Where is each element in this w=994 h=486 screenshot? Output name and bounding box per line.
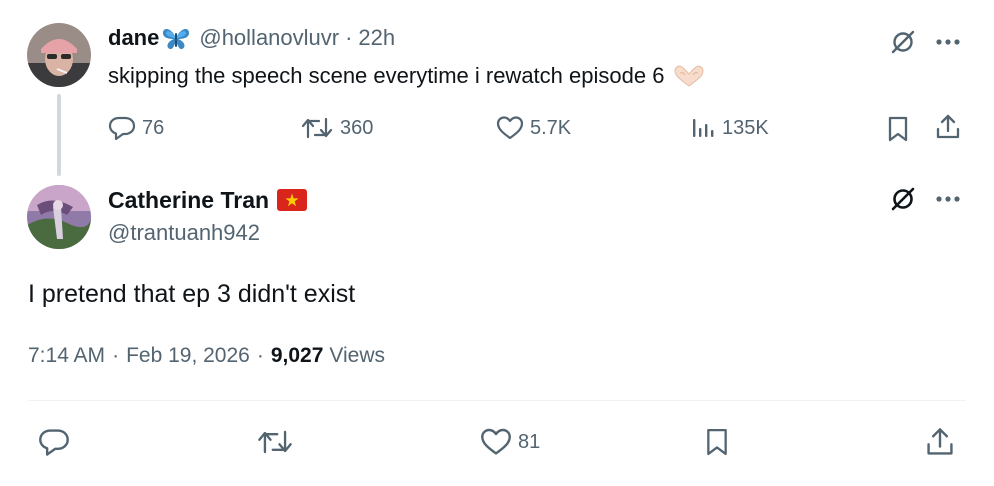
repost-icon xyxy=(300,115,334,141)
bookmark-button[interactable] xyxy=(886,114,914,144)
tweet-time[interactable]: 7:14 AM xyxy=(28,344,105,368)
reply-count: 76 xyxy=(142,116,165,139)
like-button[interactable]: 5.7K xyxy=(496,113,571,143)
divider xyxy=(28,400,966,401)
tweet-time[interactable]: 22h xyxy=(358,25,395,51)
repost-button[interactable] xyxy=(256,422,294,462)
grok-icon[interactable] xyxy=(888,26,920,58)
share-button[interactable] xyxy=(934,112,964,142)
views-button[interactable]: 135K xyxy=(690,113,769,143)
separator-dot: · xyxy=(345,25,353,50)
thread-connector-line xyxy=(57,94,61,176)
like-count: 81 xyxy=(518,430,541,453)
avatar[interactable] xyxy=(27,185,91,249)
author-name[interactable]: Catherine Tran xyxy=(108,187,269,214)
views-count[interactable]: 9,027 xyxy=(271,344,324,368)
separator-dot: · xyxy=(256,344,264,367)
like-button[interactable]: 81 xyxy=(480,422,540,462)
author-handle[interactable]: @trantuanh942 xyxy=(108,218,260,248)
reply-icon xyxy=(108,115,136,141)
analytics-icon xyxy=(690,115,716,141)
bookmark-icon xyxy=(704,426,730,458)
more-options-icon[interactable] xyxy=(934,189,964,209)
main-tweet-name-row: Catherine Tran xyxy=(108,184,308,216)
parent-tweet-header: dane @hollanovluvr · 22h xyxy=(108,22,395,54)
reply-button[interactable]: 76 xyxy=(108,113,164,143)
vietnam-flag-icon xyxy=(277,189,308,211)
repost-button[interactable]: 360 xyxy=(300,113,373,143)
heart-icon xyxy=(480,427,512,457)
bookmark-button[interactable] xyxy=(704,422,730,462)
tweet-text: I pretend that ep 3 didn't exist xyxy=(28,279,356,308)
repost-icon xyxy=(256,427,294,457)
separator-dot: · xyxy=(112,344,120,367)
like-count: 5.7K xyxy=(530,116,572,139)
share-icon xyxy=(924,426,956,458)
view-count: 135K xyxy=(722,116,769,139)
more-options-icon[interactable] xyxy=(934,32,964,52)
share-button[interactable] xyxy=(924,422,956,462)
repost-count: 360 xyxy=(340,116,374,139)
author-name[interactable]: dane xyxy=(108,25,159,51)
avatar[interactable] xyxy=(27,23,91,87)
reply-icon xyxy=(38,427,70,457)
heart-icon xyxy=(496,115,524,141)
grok-icon[interactable] xyxy=(888,183,920,215)
views-label: Views xyxy=(329,344,386,367)
tweet-meta-row: 7:14 AM · Feb 19, 2026 · 9,027 Views xyxy=(28,340,385,372)
tweet-thread: dane @hollanovluvr · 22h skipping the sp… xyxy=(0,0,994,486)
parent-tweet-text-row: skipping the speech scene everytime i re… xyxy=(108,60,706,92)
author-handle[interactable]: @hollanovluvr xyxy=(199,25,339,51)
tweet-text: skipping the speech scene everytime i re… xyxy=(108,63,665,88)
reply-button[interactable] xyxy=(38,422,70,462)
heart-hands-icon xyxy=(672,64,706,88)
butterfly-icon xyxy=(161,25,191,51)
tweet-date[interactable]: Feb 19, 2026 xyxy=(126,344,250,368)
